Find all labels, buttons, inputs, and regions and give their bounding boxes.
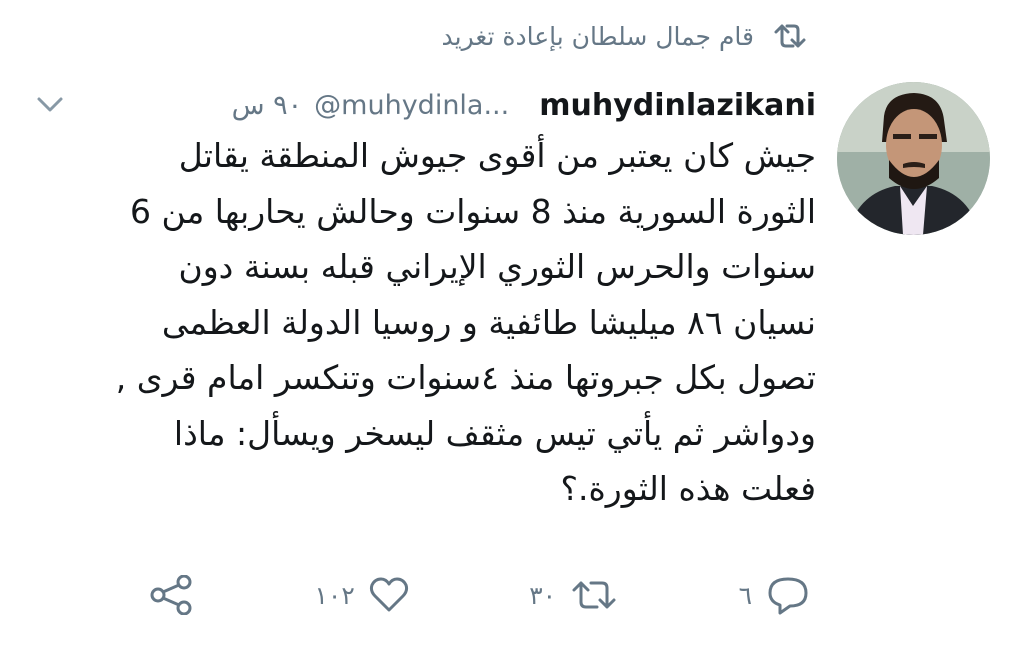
tweet-header: muhydinlazikani @muhydinla... ٩٠ س xyxy=(30,80,816,130)
retweet-context-text[interactable]: قام جمال سلطان بإعادة تغريد xyxy=(442,22,754,51)
retweet-context: قام جمال سلطان بإعادة تغريد xyxy=(442,14,808,58)
share-icon xyxy=(150,575,192,615)
tweet-actions: ١٠٢ ٣٠ ٦ xyxy=(150,570,810,620)
heart-icon xyxy=(369,577,408,612)
retweet-icon xyxy=(774,24,806,48)
share-button[interactable] xyxy=(150,575,194,615)
reply-icon xyxy=(768,577,808,615)
retweet-count: ٣٠ xyxy=(529,580,557,610)
retweet-button[interactable]: ٣٠ xyxy=(529,577,618,613)
tweet-text: جيش كان يعتبر من أقوى جيوش المنطقة يقاتل… xyxy=(115,136,816,508)
display-name[interactable]: muhydinlazikani xyxy=(539,88,816,123)
retweet-icon xyxy=(572,581,616,609)
like-count: ١٠٢ xyxy=(314,580,355,610)
timestamp[interactable]: ٩٠ س xyxy=(232,90,303,121)
chevron-down-icon[interactable] xyxy=(30,85,70,125)
reply-count: ٦ xyxy=(738,580,752,610)
avatar[interactable] xyxy=(837,82,990,235)
handle[interactable]: @muhydinla... xyxy=(314,90,509,121)
like-button[interactable]: ١٠٢ xyxy=(314,577,408,613)
reply-button[interactable]: ٦ xyxy=(739,575,810,615)
tweet-meta: muhydinlazikani @muhydinla... ٩٠ س xyxy=(232,88,816,123)
